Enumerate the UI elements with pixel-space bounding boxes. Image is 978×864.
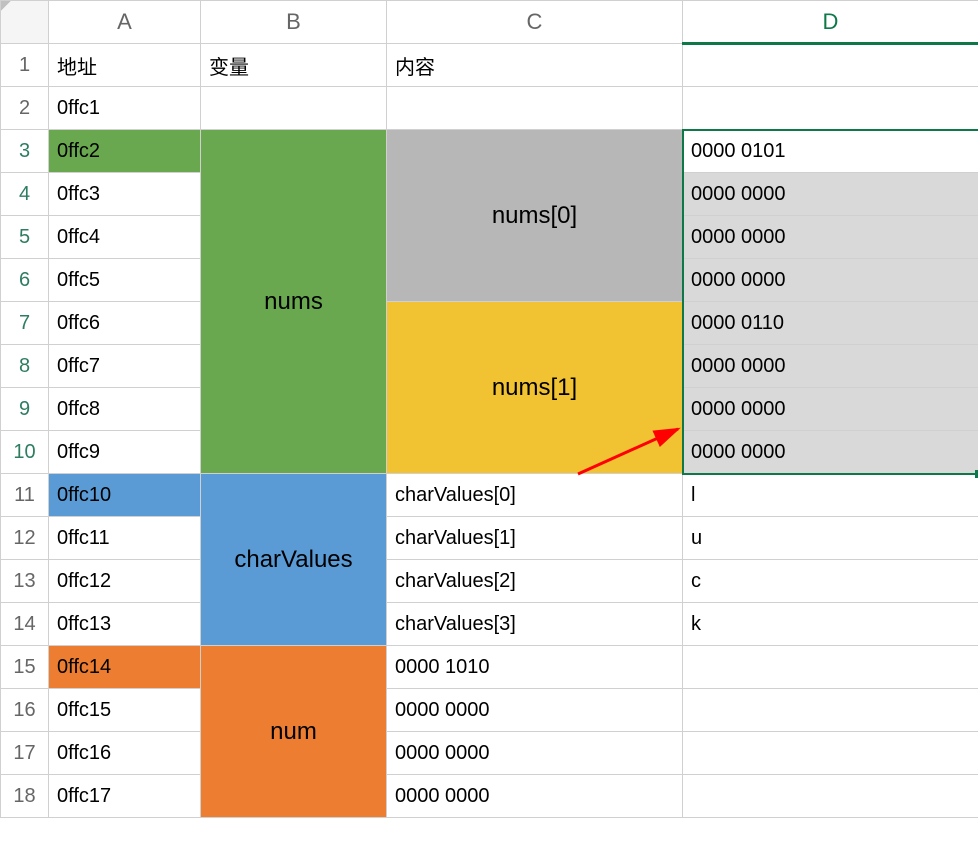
cell-D6[interactable]: 0000 0000 [683,259,978,302]
cell-C1[interactable]: 内容 [387,44,683,87]
cell-C15[interactable]: 0000 1010 [387,646,683,689]
cell-D16[interactable] [683,689,978,732]
cell-D13[interactable]: c [683,560,978,603]
row-header-10[interactable]: 10 [1,431,49,474]
cell-C3-nums0[interactable]: nums[0] [387,130,683,302]
row-3: 3 0ffc2 nums nums[0] 0000 0101 [1,130,978,173]
row-7: 7 0ffc6 nums[1] 0000 0110 [1,302,978,345]
col-header-C[interactable]: C [387,1,683,44]
row-header-16[interactable]: 16 [1,689,49,732]
cell-A6[interactable]: 0ffc5 [49,259,201,302]
row-17: 17 0ffc16 0000 0000 [1,732,978,775]
cell-D1[interactable] [683,44,978,87]
cell-A17[interactable]: 0ffc16 [49,732,201,775]
row-14: 14 0ffc13 charValues[3] k [1,603,978,646]
cell-D14[interactable]: k [683,603,978,646]
row-header-7[interactable]: 7 [1,302,49,345]
cell-B11-charValues[interactable]: charValues [201,474,387,646]
cell-D9[interactable]: 0000 0000 [683,388,978,431]
cell-C2[interactable] [387,87,683,130]
row-12: 12 0ffc11 charValues[1] u [1,517,978,560]
cell-C18[interactable]: 0000 0000 [387,775,683,818]
row-header-15[interactable]: 15 [1,646,49,689]
cell-A9[interactable]: 0ffc8 [49,388,201,431]
row-header-5[interactable]: 5 [1,216,49,259]
row-header-4[interactable]: 4 [1,173,49,216]
cell-C14[interactable]: charValues[3] [387,603,683,646]
row-header-12[interactable]: 12 [1,517,49,560]
cell-A14[interactable]: 0ffc13 [49,603,201,646]
cell-D8[interactable]: 0000 0000 [683,345,978,388]
row-header-13[interactable]: 13 [1,560,49,603]
cell-C11[interactable]: charValues[0] [387,474,683,517]
cell-A1[interactable]: 地址 [49,44,201,87]
row-header-9[interactable]: 9 [1,388,49,431]
row-18: 18 0ffc17 0000 0000 [1,775,978,818]
cell-A11[interactable]: 0ffc10 [49,474,201,517]
cell-A8[interactable]: 0ffc7 [49,345,201,388]
cell-A2[interactable]: 0ffc1 [49,87,201,130]
row-header-17[interactable]: 17 [1,732,49,775]
row-16: 16 0ffc15 0000 0000 [1,689,978,732]
cell-A13[interactable]: 0ffc12 [49,560,201,603]
cell-C12[interactable]: charValues[1] [387,517,683,560]
row-header-1[interactable]: 1 [1,44,49,87]
cell-D3[interactable]: 0000 0101 [683,130,978,173]
grid-table[interactable]: A B C D 1 地址 变量 内容 2 0ffc1 3 0ffc2 nums … [0,0,978,818]
spreadsheet-view[interactable]: A B C D 1 地址 变量 内容 2 0ffc1 3 0ffc2 nums … [0,0,978,864]
col-header-A[interactable]: A [49,1,201,44]
cell-D2[interactable] [683,87,978,130]
cell-D17[interactable] [683,732,978,775]
cell-A4[interactable]: 0ffc3 [49,173,201,216]
cell-A7[interactable]: 0ffc6 [49,302,201,345]
select-all-corner[interactable] [1,1,49,44]
cell-D18[interactable] [683,775,978,818]
row-1: 1 地址 变量 内容 [1,44,978,87]
cell-D15[interactable] [683,646,978,689]
row-header-8[interactable]: 8 [1,345,49,388]
row-header-11[interactable]: 11 [1,474,49,517]
row-13: 13 0ffc12 charValues[2] c [1,560,978,603]
row-2: 2 0ffc1 [1,87,978,130]
cell-C17[interactable]: 0000 0000 [387,732,683,775]
cell-D10[interactable]: 0000 0000 [683,431,978,474]
cell-A18[interactable]: 0ffc17 [49,775,201,818]
col-header-D[interactable]: D [683,1,978,44]
cell-B3-nums[interactable]: nums [201,130,387,474]
cell-A12[interactable]: 0ffc11 [49,517,201,560]
cell-C13[interactable]: charValues[2] [387,560,683,603]
row-header-14[interactable]: 14 [1,603,49,646]
cell-C16[interactable]: 0000 0000 [387,689,683,732]
cell-B1[interactable]: 变量 [201,44,387,87]
col-header-B[interactable]: B [201,1,387,44]
cell-C7-nums1[interactable]: nums[1] [387,302,683,474]
row-header-2[interactable]: 2 [1,87,49,130]
cell-D4[interactable]: 0000 0000 [683,173,978,216]
cell-A15[interactable]: 0ffc14 [49,646,201,689]
cell-D5[interactable]: 0000 0000 [683,216,978,259]
cell-B2[interactable] [201,87,387,130]
cell-A3[interactable]: 0ffc2 [49,130,201,173]
row-header-3[interactable]: 3 [1,130,49,173]
cell-A5[interactable]: 0ffc4 [49,216,201,259]
row-header-6[interactable]: 6 [1,259,49,302]
cell-D7[interactable]: 0000 0110 [683,302,978,345]
cell-D11[interactable]: l [683,474,978,517]
cell-A10[interactable]: 0ffc9 [49,431,201,474]
cell-D12[interactable]: u [683,517,978,560]
cell-A16[interactable]: 0ffc15 [49,689,201,732]
column-header-row: A B C D [1,1,978,44]
row-11: 11 0ffc10 charValues charValues[0] l [1,474,978,517]
cell-B15-num[interactable]: num [201,646,387,818]
row-header-18[interactable]: 18 [1,775,49,818]
row-15: 15 0ffc14 num 0000 1010 [1,646,978,689]
